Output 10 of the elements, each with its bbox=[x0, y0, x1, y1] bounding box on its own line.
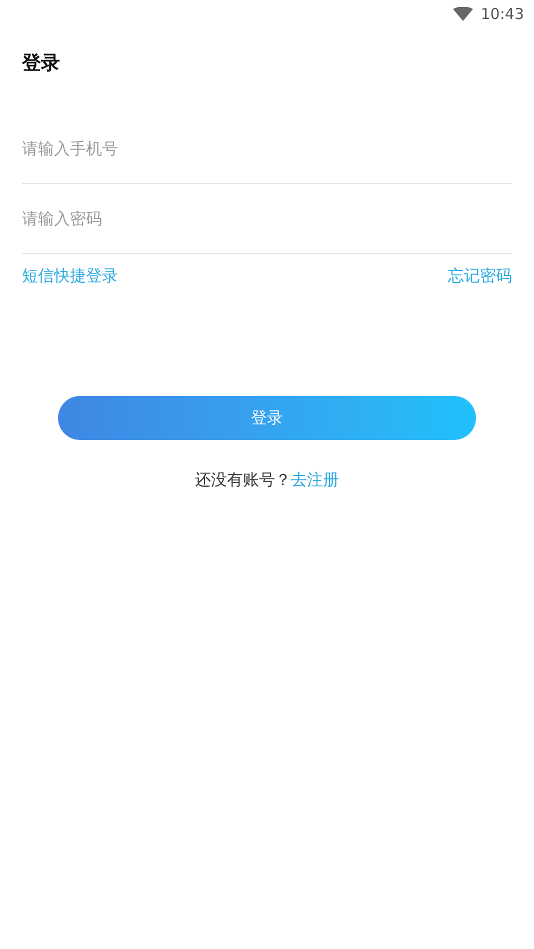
login-button[interactable]: 登录 bbox=[58, 396, 476, 440]
page-title: 登录 bbox=[22, 51, 61, 76]
register-link[interactable]: 去注册 bbox=[291, 470, 339, 489]
register-prompt: 还没有账号？去注册 bbox=[194, 469, 340, 491]
input-field[interactable]: 请输入密码 bbox=[22, 184, 512, 254]
wifi-icon bbox=[452, 7, 473, 21]
sms-login-link[interactable]: 短信快捷登录 bbox=[22, 264, 118, 288]
forgot-password-link[interactable]: 忘记密码 bbox=[448, 264, 512, 288]
status-time: 10:43 bbox=[480, 4, 524, 25]
input-field[interactable]: 请输入手机号 bbox=[22, 114, 512, 184]
